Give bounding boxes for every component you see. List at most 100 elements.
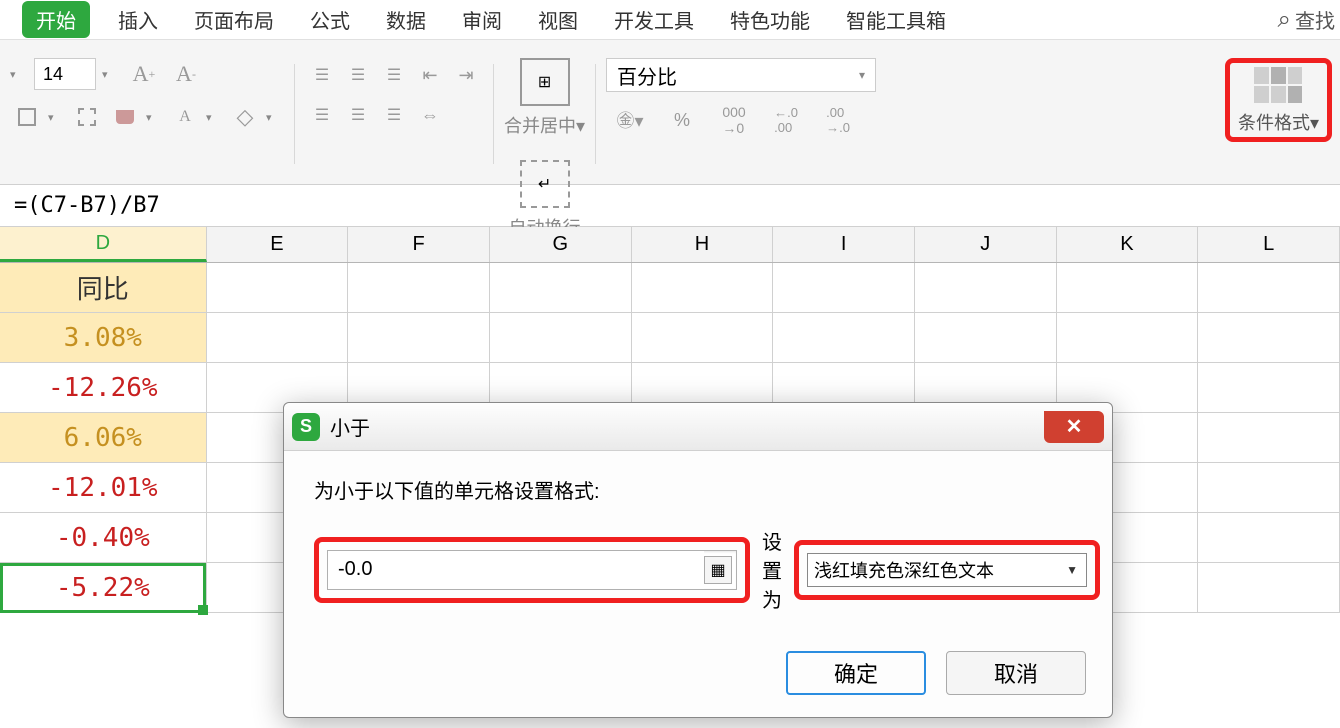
col-header-J[interactable]: J	[915, 227, 1057, 262]
merge-center-button[interactable]: ⊞ 合并居中▾	[504, 58, 585, 138]
close-icon: ✕	[1066, 414, 1083, 439]
distribute-button[interactable]: ⇔	[413, 100, 447, 130]
merge-icon: ⊞	[520, 58, 570, 106]
merge-label: 合并居中▾	[504, 112, 585, 138]
col-header-L[interactable]: L	[1198, 227, 1340, 262]
menu-bar: 开始 插入 页面布局 公式 数据 审阅 视图 开发工具 特色功能 智能工具箱 ⌕…	[0, 0, 1340, 40]
col-header-D[interactable]: D	[0, 227, 207, 262]
range-picker-icon: ▦	[710, 560, 725, 580]
align-group: ☰ ☰ ☰ ⇤ ⇥ ☰ ☰ ☰ ⇔	[295, 58, 493, 184]
eraser-button[interactable]: ◇	[228, 102, 262, 132]
menu-search[interactable]: ⌕ 查找	[1278, 5, 1340, 34]
menu-special[interactable]: 特色功能	[712, 0, 828, 40]
cell[interactable]: 同比	[0, 263, 206, 313]
threshold-input[interactable]	[328, 551, 704, 589]
cell[interactable]	[207, 313, 348, 363]
menu-smartbox[interactable]: 智能工具箱	[828, 0, 964, 40]
conditional-format-label: 条件格式▾	[1238, 109, 1319, 135]
number-format-value: 百分比	[617, 61, 677, 90]
halign-left-button[interactable]: ☰	[305, 100, 339, 130]
border-dropdown[interactable]: ▾	[48, 111, 66, 124]
valign-bottom-button[interactable]: ☰	[377, 60, 411, 90]
font-size-dropdown[interactable]: ▾	[102, 68, 120, 81]
cell[interactable]	[348, 263, 489, 313]
col-header-G[interactable]: G	[490, 227, 632, 262]
menu-devtools[interactable]: 开发工具	[596, 0, 712, 40]
cell[interactable]	[348, 313, 489, 363]
decrease-decimal-button[interactable]: ←.0.00	[762, 104, 810, 136]
cell[interactable]: 6.06%	[0, 413, 206, 463]
ribbon: ▾ 14 ▾ A+ A- ▾ ▾ A ▾ ◇ ▾ ☰ ☰ ☰ ⇤ ⇥ ☰	[0, 40, 1340, 185]
less-than-dialog: S 小于 ✕ 为小于以下值的单元格设置格式: ▦ 设置为 浅红填充色深红色文本	[283, 402, 1113, 718]
currency-button[interactable]: ㊎▾	[606, 104, 654, 136]
set-to-label: 设置为	[760, 526, 784, 613]
formula-bar[interactable]: =(C7-B7)/B7	[0, 185, 1340, 227]
col-header-F[interactable]: F	[348, 227, 490, 262]
menu-review[interactable]: 审阅	[444, 0, 520, 40]
eraser-dropdown[interactable]: ▾	[266, 111, 284, 124]
fill-icon	[116, 110, 134, 124]
format-style-select[interactable]: 浅红填充色深红色文本	[807, 553, 1087, 587]
col-header-E[interactable]: E	[207, 227, 349, 262]
cell[interactable]: -5.22%	[0, 563, 206, 613]
dialog-title: 小于	[330, 412, 370, 441]
cell[interactable]: -0.40%	[0, 513, 206, 563]
increase-font-button[interactable]: A+	[126, 58, 162, 90]
conditional-format-button[interactable]: 条件格式▾	[1225, 58, 1332, 142]
outline-border-icon	[78, 108, 96, 126]
number-format-group: 百分比 ▾ ㊎▾ % 000→0 ←.0.00 .00→.0	[596, 58, 886, 184]
decrease-font-button[interactable]: A-	[168, 58, 204, 90]
outline-border-button[interactable]	[70, 102, 104, 132]
font-group: ▾ 14 ▾ A+ A- ▾ ▾ A ▾ ◇ ▾	[0, 58, 294, 184]
increase-indent-button[interactable]: ⇥	[449, 60, 483, 90]
fill-dropdown[interactable]: ▾	[146, 111, 164, 124]
menu-pagelayout[interactable]: 页面布局	[176, 0, 292, 40]
menu-start[interactable]: 开始	[22, 1, 90, 38]
column-D-cells: 同比3.08%-12.26%6.06%-12.01%-0.40%-5.22%	[0, 263, 207, 613]
menu-view[interactable]: 视图	[520, 0, 596, 40]
menu-insert[interactable]: 插入	[100, 0, 176, 40]
border-icon	[18, 108, 36, 126]
decrease-indent-button[interactable]: ⇤	[413, 60, 447, 90]
halign-center-button[interactable]: ☰	[341, 100, 375, 130]
chevron-down-icon: ▾	[859, 68, 865, 82]
valign-top-button[interactable]: ☰	[305, 60, 339, 90]
number-format-select[interactable]: 百分比 ▾	[606, 58, 876, 92]
style-frame: 浅红填充色深红色文本	[794, 540, 1100, 600]
font-color-button[interactable]: A	[168, 102, 202, 132]
border-button[interactable]	[10, 102, 44, 132]
ok-button[interactable]: 确定	[786, 651, 926, 695]
threshold-input-wrap: ▦	[327, 550, 737, 590]
cancel-button[interactable]: 取消	[946, 651, 1086, 695]
font-size-input[interactable]: 14	[34, 58, 96, 90]
dialog-footer: 确定 取消	[284, 633, 1112, 717]
halign-right-button[interactable]: ☰	[377, 100, 411, 130]
fill-color-button[interactable]	[108, 102, 142, 132]
menu-data[interactable]: 数据	[368, 0, 444, 40]
col-header-K[interactable]: K	[1057, 227, 1199, 262]
cell[interactable]: -12.26%	[0, 363, 206, 413]
cell[interactable]: 3.08%	[0, 313, 206, 363]
dialog-body: 为小于以下值的单元格设置格式: ▦ 设置为 浅红填充色深红色文本	[284, 451, 1112, 633]
cell[interactable]	[207, 263, 348, 313]
col-header-H[interactable]: H	[632, 227, 774, 262]
close-button[interactable]: ✕	[1044, 411, 1104, 443]
col-header-I[interactable]: I	[773, 227, 915, 262]
value-frame: ▦	[314, 537, 750, 603]
wps-logo-icon: S	[292, 413, 320, 441]
cell[interactable]: -12.01%	[0, 463, 206, 513]
comma-button[interactable]: 000→0	[710, 104, 758, 136]
column-headers: D E F G H I J K L	[0, 227, 1340, 263]
format-style-value: 浅红填充色深红色文本	[814, 557, 994, 583]
increase-decimal-button[interactable]: .00→.0	[814, 104, 862, 136]
merge-wrap-group: ⊞ 合并居中▾ ↵ 自动换行	[494, 58, 595, 184]
font-color-dropdown[interactable]: ▾	[206, 111, 224, 124]
range-picker-button[interactable]: ▦	[704, 556, 732, 584]
font-family-dropdown[interactable]: ▾	[10, 68, 28, 81]
menu-formula[interactable]: 公式	[292, 0, 368, 40]
valign-middle-button[interactable]: ☰	[341, 60, 375, 90]
dialog-prompt: 为小于以下值的单元格设置格式:	[314, 475, 1082, 504]
dialog-titlebar[interactable]: S 小于 ✕	[284, 403, 1112, 451]
percent-button[interactable]: %	[658, 104, 706, 136]
wrap-icon: ↵	[520, 160, 570, 208]
